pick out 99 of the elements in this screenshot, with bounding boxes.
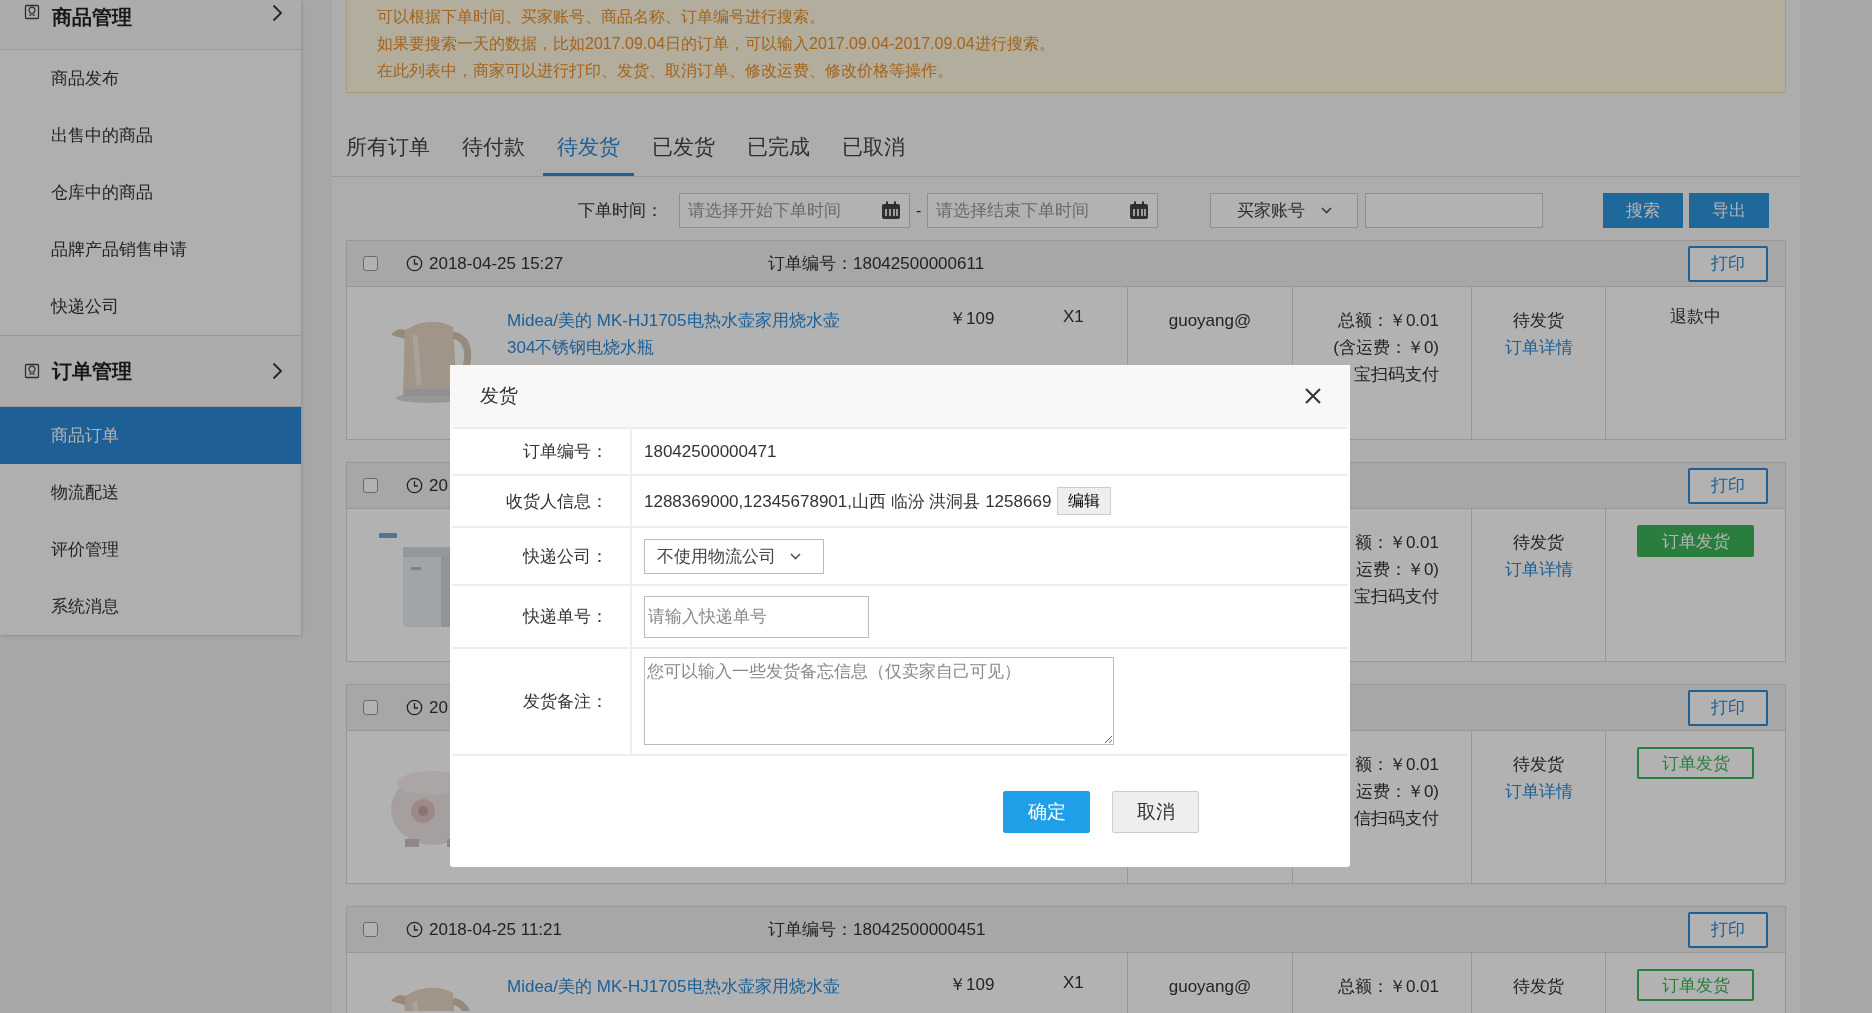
sidebar-item[interactable]: 评价管理	[0, 521, 301, 578]
tracking-number-field[interactable]: 请输入快递单号	[644, 595, 869, 638]
search-button[interactable]: 搜索	[1603, 193, 1684, 228]
field-label: 订单编号：	[523, 441, 608, 463]
end-date-field[interactable]: 请选择结束下单时间	[927, 193, 1159, 228]
print-button[interactable]: 打印	[1688, 911, 1768, 948]
amount-text: 总额：￥0.01	[1337, 310, 1439, 332]
print-button[interactable]: 打印	[1688, 467, 1768, 504]
close-icon[interactable]	[1304, 387, 1322, 405]
amount-text: 额：￥0.01	[1354, 754, 1439, 776]
ship-button[interactable]: 订单发货	[1637, 525, 1754, 557]
sidebar-item[interactable]: 出售中的商品	[0, 107, 301, 164]
print-button[interactable]: 打印	[1688, 689, 1768, 726]
confirm-button[interactable]: 确定	[1003, 790, 1090, 833]
sidebar-item[interactable]: 品牌产品销售申请	[0, 221, 301, 278]
amount-text: 运费：￥0)	[1355, 781, 1439, 803]
price-text: ￥109	[949, 974, 996, 996]
filter-label: 下单时间：	[578, 200, 663, 222]
amount-text: (含运费：￥0)	[1333, 337, 1439, 359]
order-number: 订单编号：18042500000611	[768, 253, 986, 275]
caret-icon	[790, 552, 801, 560]
order-detail-link[interactable]: 订单详情	[1504, 556, 1573, 583]
order-detail-link[interactable]: 订单详情	[1504, 334, 1573, 361]
status-text: 待发货	[1513, 754, 1564, 776]
quantity-text: X1	[1063, 307, 1085, 328]
product-link[interactable]: Midea/美的 MK-HJ1705电热水壶家用烧水壶	[507, 307, 927, 334]
price-text: ￥109	[949, 308, 996, 330]
checkbox[interactable]	[363, 700, 378, 715]
status-text: 待发货	[1513, 976, 1564, 998]
clock-icon	[406, 255, 423, 272]
ship-button[interactable]: 订单发货	[1637, 747, 1754, 779]
order-time: 20	[429, 697, 448, 718]
remark-field[interactable]: 您可以输入一些发货备忘信息（仅卖家自己可见）	[644, 657, 1114, 745]
tab[interactable]: 已完成	[733, 121, 824, 176]
amount-text: 信扫码支付	[1354, 808, 1439, 830]
amount-text: 宝扫码支付	[1354, 586, 1439, 608]
calendar-icon[interactable]	[881, 201, 901, 220]
ship-button[interactable]: 订单发货	[1637, 969, 1754, 1001]
notice-text: 可以根据下单时间、买家账号、商品名称、订单编号进行搜索。	[377, 7, 826, 27]
chevron-right-icon[interactable]	[272, 4, 283, 22]
notice-text: 在此列表中，商家可以进行打印、发货、取消订单、修改运费、修改价格等操作。	[377, 61, 954, 81]
tab[interactable]: 待付款	[448, 121, 539, 176]
order-time: 2018-04-25 15:27	[429, 253, 564, 274]
clock-icon	[406, 921, 423, 938]
amount-text: 宝扫码支付	[1354, 364, 1439, 386]
clock-icon	[406, 699, 423, 716]
caret-icon	[1320, 207, 1332, 214]
field-value: 1288369000,12345678901,山西 临汾 洪洞县 1258669	[644, 490, 1052, 513]
checkbox[interactable]	[363, 922, 378, 937]
product-link[interactable]: Midea/美的 MK-HJ1705电热水壶家用烧水壶	[507, 973, 927, 1000]
checkbox[interactable]	[363, 256, 378, 271]
buyer-select[interactable]: 买家账号	[1210, 193, 1359, 228]
box-icon	[24, 4, 40, 20]
box-icon	[24, 363, 40, 379]
order-detail-link[interactable]: 订单详情	[1504, 778, 1573, 805]
sidebar-item[interactable]: 仓库中的商品	[0, 164, 301, 221]
dialog-title: 发货	[480, 384, 518, 408]
refund-status-text: 退款中	[1670, 306, 1721, 328]
notice-text: 如果要搜索一天的数据，比如2017.09.04日的订单，可以输入2017.09.04-2017.09.04进行搜索。	[377, 34, 1056, 54]
order-number: 订单编号：18042500000451	[768, 919, 987, 941]
buyer-text: guoyang@	[1168, 310, 1252, 332]
amount-text: 运费：￥0)	[1355, 559, 1439, 581]
tab[interactable]: 所有订单	[332, 121, 444, 176]
cancel-button[interactable]: 取消	[1112, 790, 1199, 833]
order-time: 2018-04-25 11:21	[429, 919, 562, 940]
status-text: 待发货	[1513, 532, 1564, 554]
product-link[interactable]: 304不锈钢电烧水瓶	[507, 334, 927, 361]
courier-select[interactable]: 不使用物流公司	[644, 538, 824, 574]
chevron-right-icon[interactable]	[272, 362, 283, 380]
edit-button[interactable]: 编辑	[1057, 487, 1112, 515]
sidebar-item[interactable]: 商品订单	[0, 407, 301, 464]
keyword-field[interactable]	[1365, 193, 1544, 228]
start-date-field[interactable]: 请选择开始下单时间	[679, 193, 910, 228]
field-label: 收货人信息：	[506, 490, 608, 513]
amount-text: 额：￥0.01	[1354, 532, 1439, 554]
export-button[interactable]: 导出	[1689, 193, 1770, 228]
menu-group-title[interactable]: 商品管理	[52, 4, 272, 31]
field-value: 18042500000471	[644, 441, 777, 462]
print-button[interactable]: 打印	[1688, 245, 1768, 282]
clock-icon	[406, 477, 423, 494]
quantity-text: X1	[1063, 973, 1085, 994]
field-label: 发货备注：	[523, 691, 608, 713]
tab[interactable]: 已发货	[638, 121, 729, 176]
calendar-icon[interactable]	[1129, 201, 1150, 220]
sidebar-item[interactable]: 商品发布	[0, 50, 301, 107]
order-time: 20	[429, 475, 448, 496]
field-label: 快递公司：	[523, 545, 608, 568]
menu-group-title[interactable]: 订单管理	[52, 357, 272, 385]
buyer-text: guoyang@	[1168, 976, 1252, 998]
tab[interactable]: 待发货	[543, 121, 634, 176]
checkbox[interactable]	[363, 478, 378, 493]
separator-text: -	[916, 201, 922, 220]
tab[interactable]: 已取消	[828, 121, 919, 176]
amount-text: 总额：￥0.01	[1337, 976, 1439, 998]
sidebar-item[interactable]: 物流配送	[0, 464, 301, 521]
status-text: 待发货	[1513, 310, 1564, 332]
field-label: 快递单号：	[523, 606, 608, 628]
sidebar-item[interactable]: 系统消息	[0, 578, 301, 635]
sidebar-item[interactable]: 快递公司	[0, 278, 301, 335]
